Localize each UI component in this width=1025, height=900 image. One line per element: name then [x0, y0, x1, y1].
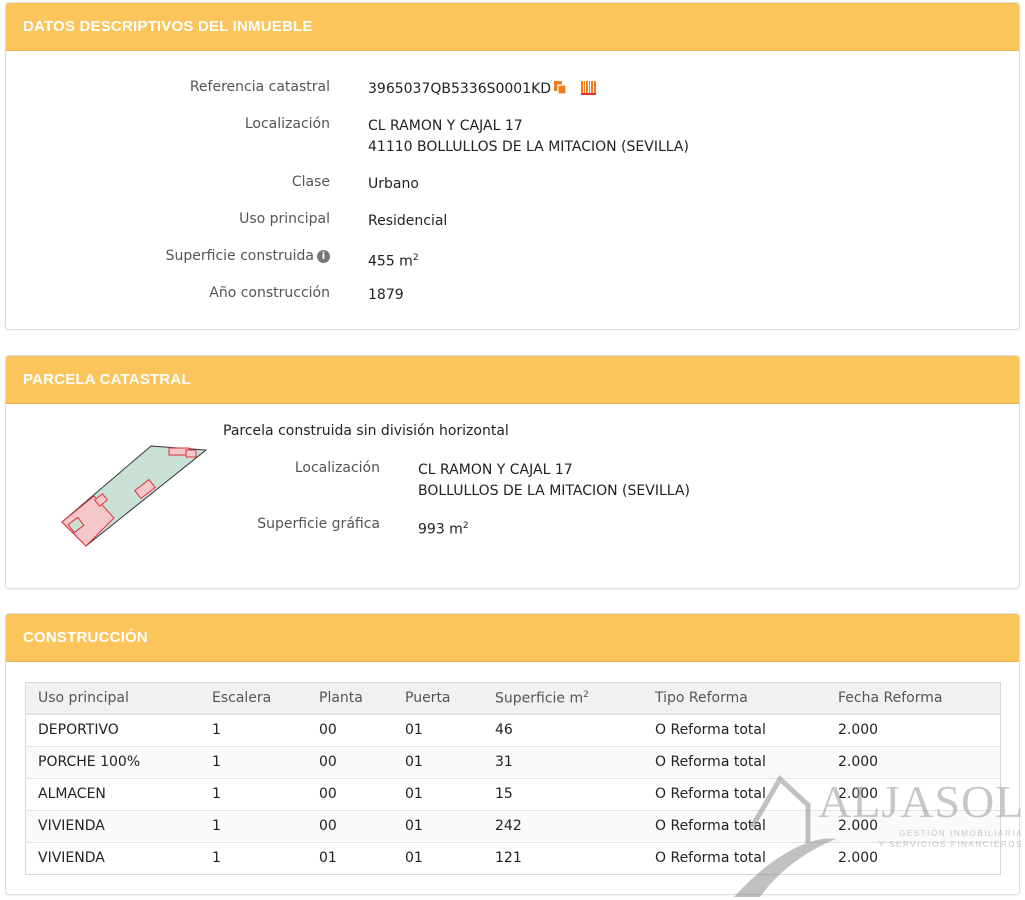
cell-fecha-reforma: 2.000	[826, 809, 1000, 842]
cell-planta: 00	[307, 809, 393, 842]
col-tipo-reforma[interactable]: Tipo Reforma	[643, 683, 826, 715]
parcela-superficie-unit-sup: 2	[462, 521, 469, 531]
table-row: ALMACEN 1 00 01 15 O Reforma total 2.000	[26, 777, 1000, 810]
cell-puerta: 01	[393, 809, 483, 842]
superficie-label-wrap: Superficie construida i	[166, 248, 330, 264]
cell-superficie: 46	[483, 713, 643, 746]
anio-value: 1879	[368, 287, 404, 303]
parcela-superficie-label: Superficie gráfica	[257, 516, 380, 532]
clase-label: Clase	[291, 174, 330, 190]
cell-tipo-reforma: O Reforma total	[643, 713, 826, 746]
ref-label: Referencia catastral	[189, 79, 330, 95]
construccion-table-wrap: Uso principal Escalera Planta Puerta Sup…	[25, 682, 1001, 875]
cell-escalera: 1	[200, 745, 307, 778]
copy-icon[interactable]	[553, 80, 567, 102]
col-superficie-label: Superficie m	[495, 690, 584, 707]
cell-planta: 00	[307, 745, 393, 778]
parcela-localizacion-line1: CL RAMON Y CAJAL 17	[418, 462, 573, 478]
cell-superficie: 121	[483, 841, 643, 874]
cell-planta: 01	[307, 841, 393, 874]
cell-planta: 00	[307, 777, 393, 810]
cell-puerta: 01	[393, 777, 483, 810]
uso-label: Uso principal	[239, 211, 330, 227]
cell-escalera: 1	[200, 777, 307, 810]
construccion-header: CONSTRUCCIÓN	[6, 614, 1019, 662]
cell-superficie: 31	[483, 745, 643, 778]
cell-superficie: 15	[483, 777, 643, 810]
inmueble-panel: DATOS DESCRIPTIVOS DEL INMUEBLE Referenc…	[5, 2, 1020, 330]
cell-tipo-reforma: O Reforma total	[643, 777, 826, 810]
parcela-localizacion-row: Localización CL RAMON Y CAJAL 17 BOLLULL…	[6, 460, 1019, 499]
parcela-superficie-value: 993 m	[418, 521, 463, 538]
cell-uso: VIVIENDA	[26, 841, 200, 874]
cell-puerta: 01	[393, 713, 483, 746]
cell-fecha-reforma: 2.000	[826, 745, 1000, 778]
localizacion-line1: CL RAMON Y CAJAL 17	[368, 118, 523, 134]
cell-escalera: 1	[200, 713, 307, 746]
cell-puerta: 01	[393, 841, 483, 874]
col-fecha-reforma[interactable]: Fecha Reforma	[826, 683, 1000, 715]
barcode-icon[interactable]	[581, 81, 597, 102]
cell-escalera: 1	[200, 841, 307, 874]
table-header-row: Uso principal Escalera Planta Puerta Sup…	[26, 683, 1000, 715]
cell-tipo-reforma: O Reforma total	[643, 809, 826, 842]
localizacion-row: Localización CL RAMON Y CAJAL 17 41110 B…	[6, 116, 1019, 155]
table-row: VIVIENDA 1 00 01 242 O Reforma total 2.0…	[26, 809, 1000, 842]
parcela-header: PARCELA CATASTRAL	[6, 356, 1019, 404]
ref-value[interactable]: 3965037QB5336S0001KD	[368, 81, 551, 97]
col-superficie[interactable]: Superficie m2	[483, 683, 643, 715]
table-row: PORCHE 100% 1 00 01 31 O Reforma total 2…	[26, 745, 1000, 778]
cell-fecha-reforma: 2.000	[826, 777, 1000, 810]
clase-row: Clase Urbano	[6, 174, 1019, 194]
col-superficie-sup: 2	[583, 689, 589, 700]
cell-planta: 00	[307, 713, 393, 746]
inmueble-header: DATOS DESCRIPTIVOS DEL INMUEBLE	[6, 3, 1019, 51]
cell-puerta: 01	[393, 745, 483, 778]
cell-uso: ALMACEN	[26, 777, 200, 810]
construccion-table: Uso principal Escalera Planta Puerta Sup…	[26, 683, 1000, 874]
cell-uso: VIVIENDA	[26, 809, 200, 842]
clase-value: Urbano	[368, 176, 419, 192]
localizacion-line2: 41110 BOLLULLOS DE LA MITACION (SEVILLA)	[368, 139, 689, 155]
superficie-label: Superficie construida	[165, 248, 314, 264]
cell-tipo-reforma: O Reforma total	[643, 745, 826, 778]
uso-row: Uso principal Residencial	[6, 211, 1019, 231]
superficie-row: Superficie construida i 455 m2	[6, 248, 1019, 270]
construccion-panel: CONSTRUCCIÓN Uso principal Escalera Plan…	[5, 613, 1020, 895]
cell-fecha-reforma: 2.000	[826, 841, 1000, 874]
ref-value-wrap: 3965037QB5336S0001KD	[368, 79, 597, 102]
info-icon[interactable]: i	[317, 250, 330, 263]
table-row: VIVIENDA 1 01 01 121 O Reforma total 2.0…	[26, 841, 1000, 874]
col-uso-principal[interactable]: Uso principal	[26, 683, 200, 715]
cell-uso: DEPORTIVO	[26, 713, 200, 746]
col-puerta[interactable]: Puerta	[393, 683, 483, 715]
parcela-description: Parcela construida sin división horizont…	[223, 423, 509, 439]
cell-tipo-reforma: O Reforma total	[643, 841, 826, 874]
parcela-localizacion-line2: BOLLULLOS DE LA MITACION (SEVILLA)	[418, 483, 690, 499]
anio-label: Año construcción	[209, 285, 330, 301]
superficie-unit-sup: 2	[412, 253, 419, 263]
parcela-localizacion-label: Localización	[294, 460, 380, 476]
cell-fecha-reforma: 2.000	[826, 713, 1000, 746]
cell-superficie: 242	[483, 809, 643, 842]
cell-escalera: 1	[200, 809, 307, 842]
cell-uso: PORCHE 100%	[26, 745, 200, 778]
table-row: DEPORTIVO 1 00 01 46 O Reforma total 2.0…	[26, 713, 1000, 746]
superficie-value: 455 m	[368, 253, 413, 270]
uso-value: Residencial	[368, 213, 448, 229]
parcela-panel: PARCELA CATASTRAL Parcela construida sin…	[5, 355, 1020, 589]
col-escalera[interactable]: Escalera	[200, 683, 307, 715]
parcela-superficie-value-wrap: 993 m2	[418, 516, 469, 541]
superficie-value-wrap: 455 m2	[368, 248, 419, 273]
ref-row: Referencia catastral 3965037QB5336S0001K…	[6, 79, 1019, 99]
anio-row: Año construcción 1879	[6, 285, 1019, 305]
localizacion-label: Localización	[244, 116, 330, 132]
col-planta[interactable]: Planta	[307, 683, 393, 715]
parcela-superficie-row: Superficie gráfica 993 m2	[6, 516, 1019, 538]
